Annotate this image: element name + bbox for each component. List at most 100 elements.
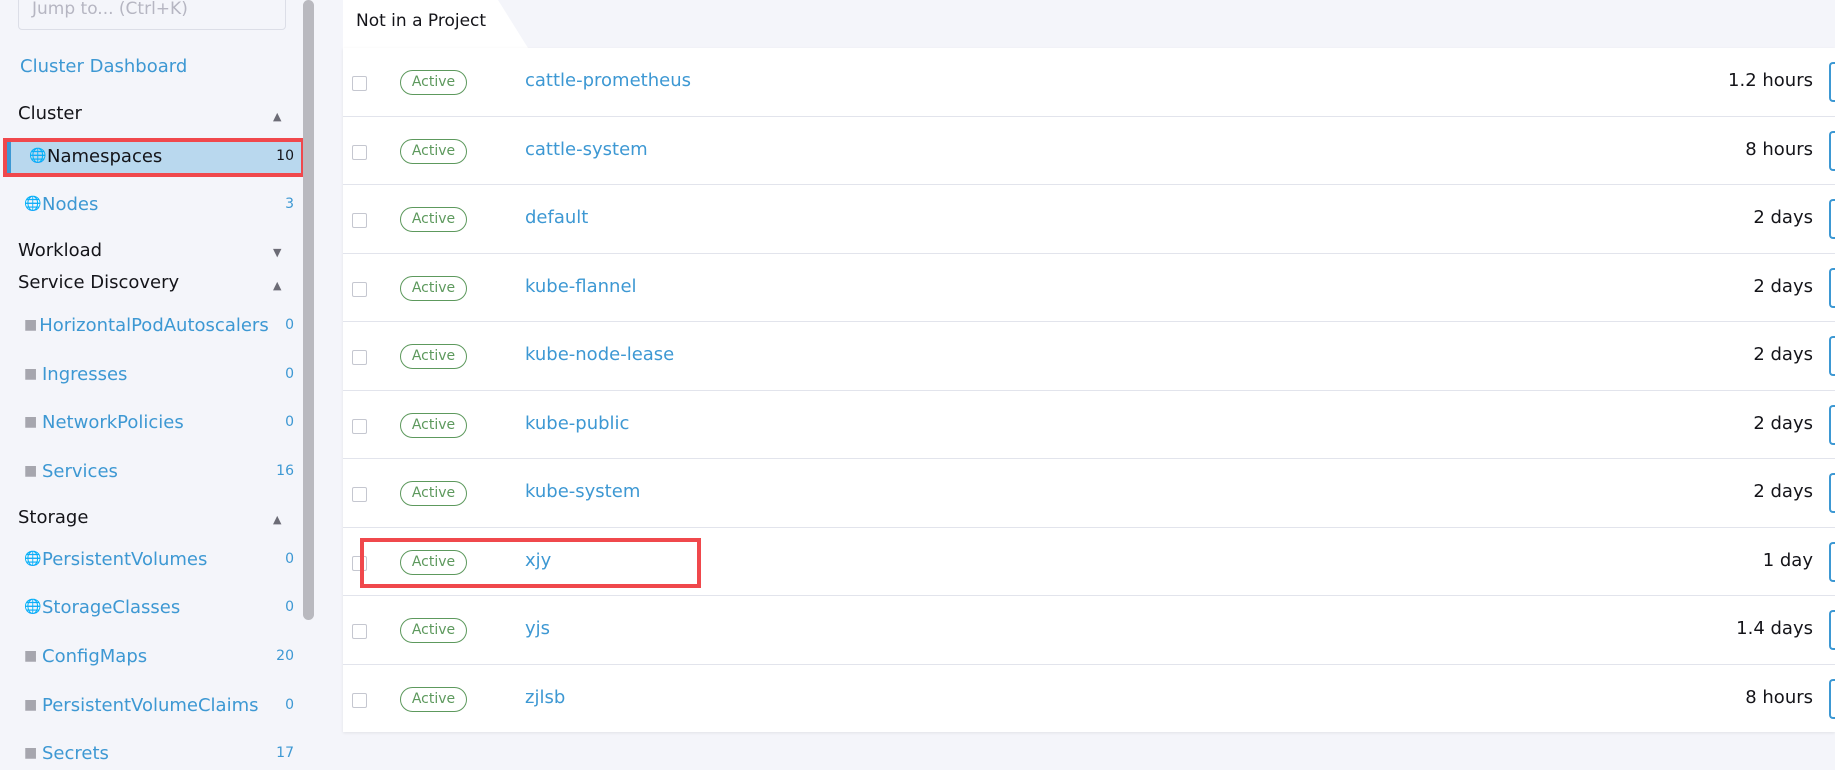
table-row[interactable]: Active zjlsb 8 hours (343, 665, 1835, 734)
age-cell: 1.2 hours (1728, 70, 1813, 91)
age-cell: 2 days (1753, 275, 1813, 297)
actions-button[interactable] (1829, 267, 1835, 308)
namespace-link[interactable]: default (525, 207, 588, 228)
age-cell: 2 days (1753, 207, 1813, 228)
row-checkbox[interactable] (352, 350, 367, 365)
status-badge: Active (400, 481, 467, 506)
status-badge: Active (400, 686, 467, 712)
folder-icon: ■ (24, 317, 38, 333)
sidebar-item-label: ConfigMaps (42, 645, 148, 667)
sidebar-item-hpa[interactable]: ■ HorizontalPodAutoscalers 0 (24, 308, 294, 342)
row-checkbox[interactable] (352, 624, 367, 639)
sidebar-item-nodes[interactable]: 🌐 Nodes 3 (24, 187, 294, 221)
table-row[interactable]: Active yjs 1.4 days (343, 596, 1835, 665)
row-checkbox[interactable] (352, 418, 367, 434)
age-cell: 8 hours (1745, 686, 1813, 708)
sidebar: Jump to... (Ctrl+K) Cluster Dashboard Cl… (0, 0, 305, 764)
age-cell: 2 days (1753, 412, 1813, 434)
folder-icon: ■ (24, 366, 38, 382)
actions-button[interactable] (1829, 130, 1835, 171)
sidebar-item-label: Nodes (42, 193, 99, 215)
table-row[interactable]: Active kube-public 2 days (343, 391, 1835, 459)
sidebar-item-count: 0 (285, 697, 294, 713)
namespace-table: Active cattle-prometheus 1.2 hours Active ca… (343, 48, 1835, 732)
sidebar-item-count: 0 (285, 317, 294, 333)
chevron-up-icon[interactable]: ▲ (273, 513, 281, 526)
namespace-link[interactable]: cattle-system (525, 139, 648, 160)
sidebar-scrollbar[interactable] (303, 0, 314, 620)
namespace-link[interactable]: kube-system (525, 481, 640, 502)
group-storage[interactable]: Storage (18, 507, 88, 528)
sidebar-item-storage-classes[interactable]: 🌐 StorageClasses 0 (24, 590, 294, 624)
age-cell: 1.4 days (1736, 618, 1813, 639)
age-cell: 8 hours (1745, 138, 1813, 160)
table-row[interactable]: Active cattle-prometheus 1.2 hours (343, 48, 1835, 117)
row-checkbox[interactable] (352, 76, 367, 91)
sidebar-item-count: 0 (285, 414, 294, 430)
sidebar-item-label: PersistentVolumeClaims (42, 694, 259, 716)
actions-button[interactable] (1829, 404, 1835, 445)
group-cluster[interactable]: Cluster (18, 103, 82, 124)
group-workload[interactable]: Workload (18, 240, 102, 261)
status-badge: Active (400, 344, 467, 369)
sidebar-item-label: Secrets (42, 742, 109, 764)
row-checkbox[interactable] (352, 144, 367, 160)
namespace-link[interactable]: kube-public (525, 413, 629, 434)
actions-button[interactable] (1829, 610, 1835, 650)
actions-button[interactable] (1829, 541, 1835, 582)
actions-button[interactable] (1829, 473, 1835, 513)
cluster-dashboard-link[interactable]: Cluster Dashboard (20, 56, 187, 77)
status-badge: Active (400, 207, 467, 232)
namespace-link[interactable]: zjlsb (525, 687, 565, 708)
chevron-down-icon[interactable]: ▼ (273, 246, 281, 259)
sidebar-item-config-maps[interactable]: ■ ConfigMaps 20 (24, 639, 294, 673)
globe-icon: 🌐 (24, 196, 42, 212)
actions-button[interactable] (1829, 678, 1835, 719)
sidebar-item-persistent-volumes[interactable]: 🌐 PersistentVolumes 0 (24, 542, 294, 576)
actions-button[interactable] (1829, 62, 1835, 102)
table-row[interactable]: Active kube-node-lease 2 days (343, 322, 1835, 391)
table-row[interactable]: Active kube-flannel 2 days (343, 254, 1835, 322)
sidebar-item-services[interactable]: ■ Services 16 (24, 454, 294, 488)
sidebar-item-pvcs[interactable]: ■ PersistentVolumeClaims 0 (24, 688, 294, 722)
folder-icon: ■ (24, 414, 38, 430)
namespace-link[interactable]: kube-flannel (525, 276, 637, 297)
row-checkbox[interactable] (352, 692, 367, 708)
namespace-table-group: Not in a Project Active cattle-prometheus… (343, 0, 1835, 732)
actions-button[interactable] (1829, 199, 1835, 239)
age-cell: 2 days (1753, 344, 1813, 365)
sidebar-item-ingresses[interactable]: ■ Ingresses 0 (24, 357, 294, 391)
folder-icon: ■ (24, 648, 38, 664)
sidebar-item-label: PersistentVolumes (42, 548, 208, 570)
sidebar-item-label: NetworkPolicies (42, 411, 184, 433)
chevron-up-icon[interactable]: ▲ (273, 110, 281, 123)
sidebar-item-count: 3 (285, 196, 294, 212)
status-badge: Active (400, 412, 467, 438)
group-tab-label: Not in a Project (356, 11, 487, 31)
sidebar-item-network-policies[interactable]: ■ NetworkPolicies 0 (24, 405, 294, 439)
sidebar-item-count: 0 (285, 366, 294, 382)
namespace-link[interactable]: yjs (525, 618, 550, 639)
chevron-up-icon[interactable]: ▲ (273, 279, 281, 292)
group-service-discovery[interactable]: Service Discovery (18, 272, 179, 293)
sidebar-item-label: HorizontalPodAutoscalers (39, 314, 269, 336)
table-row[interactable]: Active kube-system 2 days (343, 459, 1835, 528)
jump-to-input[interactable]: Jump to... (Ctrl+K) (18, 0, 286, 30)
sidebar-item-count: 20 (276, 648, 294, 664)
row-checkbox[interactable] (352, 281, 367, 297)
sidebar-item-label: Services (42, 460, 118, 482)
table-row[interactable]: Active cattle-system 8 hours (343, 117, 1835, 185)
highlight-box (3, 138, 305, 177)
actions-button[interactable] (1829, 336, 1835, 376)
status-badge: Active (400, 618, 467, 643)
table-row[interactable]: Active default 2 days (343, 185, 1835, 254)
sidebar-item-label: StorageClasses (42, 596, 181, 618)
sidebar-item-count: 17 (276, 745, 294, 761)
row-checkbox[interactable] (352, 213, 367, 228)
namespace-link[interactable]: cattle-prometheus (525, 70, 691, 91)
namespace-link[interactable]: kube-node-lease (525, 344, 674, 365)
sidebar-item-secrets[interactable]: ■ Secrets 17 (24, 736, 294, 770)
status-badge: Active (400, 70, 467, 95)
globe-icon: 🌐 (24, 551, 42, 567)
row-checkbox[interactable] (352, 487, 367, 502)
